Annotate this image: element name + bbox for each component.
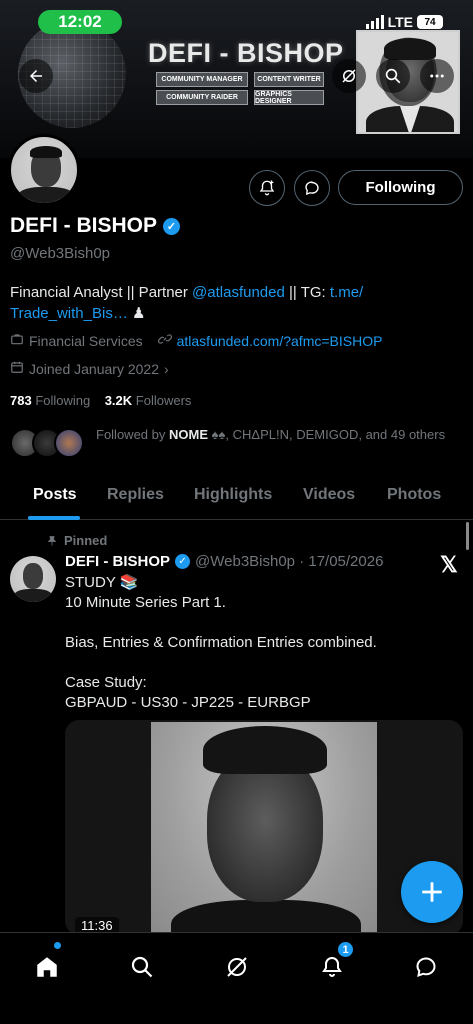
tab-videos[interactable]: Videos xyxy=(303,486,355,504)
bio-text: Financial Analyst || Partner xyxy=(10,284,193,301)
search-icon xyxy=(385,68,401,84)
chevron-right-icon: › xyxy=(164,360,169,377)
grok-icon xyxy=(342,69,356,83)
nav-messages[interactable] xyxy=(404,945,448,989)
banner-tag: GRAPHICS DESIGNER xyxy=(254,90,324,105)
message-button[interactable] xyxy=(294,170,330,206)
follow-counts: 783 Following 3.2K Followers xyxy=(10,393,191,408)
back-arrow-icon xyxy=(30,70,42,82)
post-text: STUDY 📚 10 Minute Series Part 1. Bias, E… xyxy=(65,574,377,711)
followed-by-prefix: Followed by xyxy=(96,427,169,442)
bio-chess-icon: ♟ xyxy=(127,305,146,322)
search-button[interactable] xyxy=(376,59,410,93)
joined-text: Joined January 2022 xyxy=(29,360,159,377)
bio-mention-link[interactable]: @atlasfunded xyxy=(192,284,285,301)
grok-icon xyxy=(227,957,247,977)
following-label: Following xyxy=(35,393,91,408)
profile-name: DEFI - BISHOP xyxy=(10,214,158,237)
nav-search[interactable] xyxy=(120,945,164,989)
post-author-avatar[interactable] xyxy=(10,556,56,602)
pin-icon xyxy=(47,535,57,545)
follower-avatars xyxy=(10,428,90,462)
nav-home[interactable] xyxy=(25,945,69,989)
nav-grok[interactable] xyxy=(215,945,259,989)
followed-by-row[interactable]: Followed by NOME ♠♠, CHΔPL!N, DEMIGOD, a… xyxy=(10,424,460,470)
video-thumbnail xyxy=(151,722,377,935)
link-icon xyxy=(157,332,172,349)
followers-count-link[interactable]: 3.2K Followers xyxy=(105,393,192,408)
status-indicators: LTE 74 xyxy=(365,14,443,30)
back-button[interactable] xyxy=(19,59,53,93)
banner-title: DEFI - BISHOP xyxy=(148,38,344,68)
banner-tag: COMMUNITY MANAGER xyxy=(156,72,248,87)
scrollbar[interactable] xyxy=(466,522,469,550)
post-author-name[interactable]: DEFI - BISHOP xyxy=(65,553,170,570)
following-count-link[interactable]: 783 Following xyxy=(10,393,90,408)
notify-button[interactable] xyxy=(249,170,285,206)
followed-by-text: Followed by NOME ♠♠, CHΔPL!N, DEMIGOD, a… xyxy=(96,424,446,446)
avatar xyxy=(54,428,84,458)
profile-name-row: DEFI - BISHOP ✓ xyxy=(10,214,181,238)
post-header: DEFI - BISHOP ✓ @Web3Bish0p · 17/05/2026 xyxy=(65,553,383,570)
tab-photos[interactable]: Photos xyxy=(387,486,441,504)
verified-badge-icon[interactable]: ✓ xyxy=(163,217,181,235)
grok-button[interactable] xyxy=(332,59,366,93)
active-tab-indicator xyxy=(28,516,80,520)
banner-tag: COMMUNITY RAIDER xyxy=(156,90,248,105)
tab-posts[interactable]: Posts xyxy=(33,486,77,504)
profile-avatar[interactable] xyxy=(8,134,80,206)
pinned-label-row: Pinned xyxy=(46,533,107,548)
status-time: 12:02 xyxy=(38,10,122,34)
website-link[interactable]: atlasfunded.com/?afmc=BISHOP xyxy=(177,333,383,349)
profile-tabs: Posts Replies Highlights Videos Photos xyxy=(0,476,473,520)
compose-button[interactable] xyxy=(401,861,463,923)
battery-icon: 74 xyxy=(417,15,443,29)
notifications-badge: 1 xyxy=(337,941,354,958)
banner-tag: CONTENT WRITER xyxy=(254,72,324,87)
chat-bubble-icon xyxy=(305,181,319,196)
post-handle-date: @Web3Bish0p · 17/05/2026 xyxy=(195,553,384,570)
home-icon xyxy=(37,957,57,977)
followed-by-first: NOME xyxy=(168,427,208,442)
network-type: LTE xyxy=(387,14,413,30)
pinned-label: Pinned xyxy=(64,533,108,548)
spade-icons: ♠♠ xyxy=(211,427,226,442)
bell-plus-icon xyxy=(259,180,275,196)
more-dots-icon xyxy=(430,74,444,78)
followers-count: 3.2K xyxy=(104,393,133,408)
tab-highlights[interactable]: Highlights xyxy=(194,486,272,504)
following-count: 783 xyxy=(10,393,32,408)
bio-text: || TG: xyxy=(284,284,330,301)
more-button[interactable] xyxy=(420,59,454,93)
following-button[interactable]: Following xyxy=(338,170,463,205)
profile-handle: @Web3Bish0p xyxy=(10,245,111,262)
followed-by-rest: , CHΔPL!N, DEMIGOD, and 49 others xyxy=(225,427,446,442)
calendar-icon xyxy=(10,360,24,377)
profile-bio: Financial Analyst || Partner @atlasfunde… xyxy=(10,282,450,324)
profile-joined[interactable]: Joined January 2022 › xyxy=(10,360,169,377)
message-icon xyxy=(416,957,436,978)
bottom-navigation: 1 xyxy=(0,932,473,1024)
profile-category: Financial Services atlasfunded.com/?afmc… xyxy=(10,332,382,349)
tab-replies[interactable]: Replies xyxy=(107,486,164,504)
verified-badge-icon: ✓ xyxy=(175,554,191,569)
bell-icon xyxy=(322,956,342,977)
search-icon xyxy=(131,956,153,978)
signal-icon xyxy=(365,15,384,29)
plus-icon xyxy=(422,882,442,902)
briefcase-icon xyxy=(10,332,24,349)
followers-label: Followers xyxy=(135,393,192,408)
category-text: Financial Services xyxy=(29,332,143,349)
battery-level: 74 xyxy=(424,16,436,28)
home-new-indicator xyxy=(54,942,61,949)
